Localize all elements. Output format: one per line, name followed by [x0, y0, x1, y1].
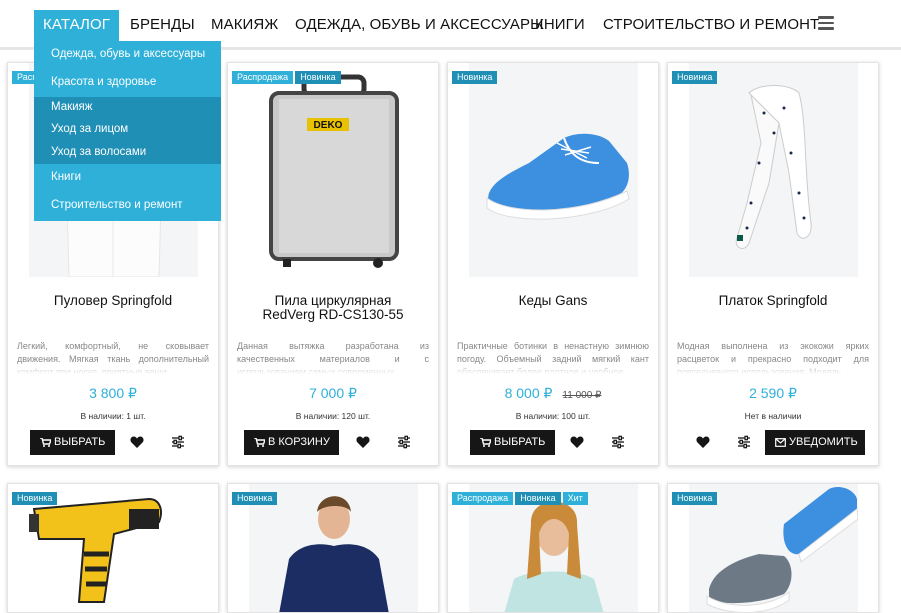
- product-card[interactable]: DEKO Распродажа Новинка Пила циркулярная …: [227, 62, 439, 466]
- badge-new: Новинка: [672, 492, 718, 505]
- badge-new: Новинка: [295, 71, 341, 84]
- product-description: Модная выполнена из экокожи ярких расцве…: [677, 341, 869, 374]
- cart-icon: [480, 438, 491, 447]
- stock-status: Нет в наличии: [744, 411, 802, 421]
- badge-sale: Распродажа: [452, 492, 514, 505]
- nav-catalog[interactable]: КАТАЛОГ: [34, 10, 119, 41]
- cart-icon: [40, 438, 51, 447]
- nav-brands[interactable]: БРЕНДЫ: [130, 10, 195, 40]
- brand-logo: DEKO: [314, 120, 343, 131]
- product-price: 2 590 ₽: [749, 385, 797, 401]
- product-title[interactable]: Платок Springfold: [668, 294, 878, 308]
- compare-icon[interactable]: [171, 435, 185, 449]
- badge-hit: Хит: [562, 492, 588, 505]
- badge-group: Новинка: [12, 492, 59, 505]
- current-price: 8 000 ₽: [504, 385, 553, 401]
- select-button-label: ВЫБРАТЬ: [494, 436, 546, 448]
- heart-icon[interactable]: [696, 435, 710, 449]
- product-card[interactable]: Новинка Платок Springfold Модная выполне…: [667, 62, 879, 466]
- dropdown-item-clothing[interactable]: Одежда, обувь и аксессуары: [51, 48, 205, 60]
- dropdown-item-construction[interactable]: Строительство и ремонт: [51, 199, 183, 211]
- badge-new: Новинка: [672, 71, 718, 84]
- product-card[interactable]: Новинка: [667, 483, 879, 613]
- heart-icon[interactable]: [570, 435, 584, 449]
- dropdown-item-hair-care[interactable]: Уход за волосами: [51, 146, 146, 158]
- badge-group: Распродажа Новинка: [232, 71, 343, 84]
- cart-icon: [254, 438, 265, 447]
- notify-button[interactable]: УВЕДОМИТЬ: [765, 430, 865, 455]
- stock-status: В наличии: 1 шт.: [80, 411, 146, 421]
- badge-group: Новинка: [452, 71, 499, 84]
- badge-group: Распродажа Новинка Хит: [452, 492, 590, 505]
- notify-button-label: УВЕДОМИТЬ: [789, 436, 858, 448]
- dropdown-item-beauty[interactable]: Красота и здоровье: [51, 76, 156, 88]
- compare-icon[interactable]: [737, 435, 751, 449]
- heart-icon[interactable]: [130, 435, 144, 449]
- dropdown-item-makeup[interactable]: Макияж: [51, 101, 92, 113]
- heart-icon[interactable]: [356, 435, 370, 449]
- nav-makeup[interactable]: МАКИЯЖ: [211, 10, 278, 40]
- add-to-cart-button[interactable]: В КОРЗИНУ: [244, 430, 339, 455]
- badge-new: Новинка: [515, 492, 561, 505]
- product-image[interactable]: [469, 63, 638, 277]
- product-title[interactable]: Кеды Gans: [448, 294, 658, 308]
- old-price: 11 000 ₽: [562, 390, 602, 401]
- badge-group: Новинка: [672, 71, 719, 84]
- compare-icon[interactable]: [397, 435, 411, 449]
- hamburger-icon[interactable]: [818, 16, 834, 30]
- product-image[interactable]: [689, 63, 858, 277]
- dropdown-item-books[interactable]: Книги: [51, 171, 81, 183]
- product-description: Данная вытяжка разработана из качественн…: [237, 341, 429, 374]
- nav-books[interactable]: КНИГИ: [535, 10, 585, 40]
- badge-new: Новинка: [12, 492, 58, 505]
- product-card[interactable]: Новинка: [227, 483, 439, 613]
- nav-construction[interactable]: СТРОИТЕЛЬСТВО И РЕМОНТ: [603, 10, 819, 40]
- catalog-dropdown: Одежда, обувь и аксессуары Красота и здо…: [34, 41, 221, 221]
- product-card[interactable]: Новинка: [7, 483, 219, 613]
- compare-icon[interactable]: [611, 435, 625, 449]
- product-card[interactable]: Распродажа Новинка Хит: [447, 483, 659, 613]
- product-title[interactable]: Пила циркулярная RedVerg RD-CS130-55: [228, 294, 438, 322]
- product-price: 7 000 ₽: [309, 385, 357, 401]
- badge-new: Новинка: [232, 492, 278, 505]
- product-card[interactable]: Новинка Кеды Gans Практичные ботинки в н…: [447, 62, 659, 466]
- stock-status: В наличии: 120 шт.: [295, 411, 371, 421]
- product-price: 3 800 ₽: [89, 385, 137, 401]
- product-price: 8 000 ₽ 11 000 ₽: [448, 385, 658, 402]
- stock-status: В наличии: 100 шт.: [515, 411, 591, 421]
- product-description: Практичные ботинки в ненастную зимнюю по…: [457, 341, 649, 374]
- select-button-label: ВЫБРАТЬ: [54, 436, 106, 448]
- badge-group: Новинка: [232, 492, 279, 505]
- badge-group: Новинка: [672, 492, 719, 505]
- product-description: Легкий, комфортный, не сковывает движени…: [17, 341, 209, 374]
- product-image[interactable]: DEKO: [249, 63, 418, 277]
- add-to-cart-label: В КОРЗИНУ: [268, 436, 330, 448]
- badge-sale: Распродажа: [232, 71, 294, 84]
- badge-new: Новинка: [452, 71, 498, 84]
- envelope-icon: [775, 438, 786, 447]
- nav-clothing[interactable]: ОДЕЖДА, ОБУВЬ И АКСЕССУАРЫ: [295, 10, 544, 40]
- select-button[interactable]: ВЫБРАТЬ: [470, 430, 555, 455]
- product-title[interactable]: Пуловер Springfold: [8, 294, 218, 308]
- dropdown-item-face-care[interactable]: Уход за лицом: [51, 123, 128, 135]
- select-button[interactable]: ВЫБРАТЬ: [30, 430, 115, 455]
